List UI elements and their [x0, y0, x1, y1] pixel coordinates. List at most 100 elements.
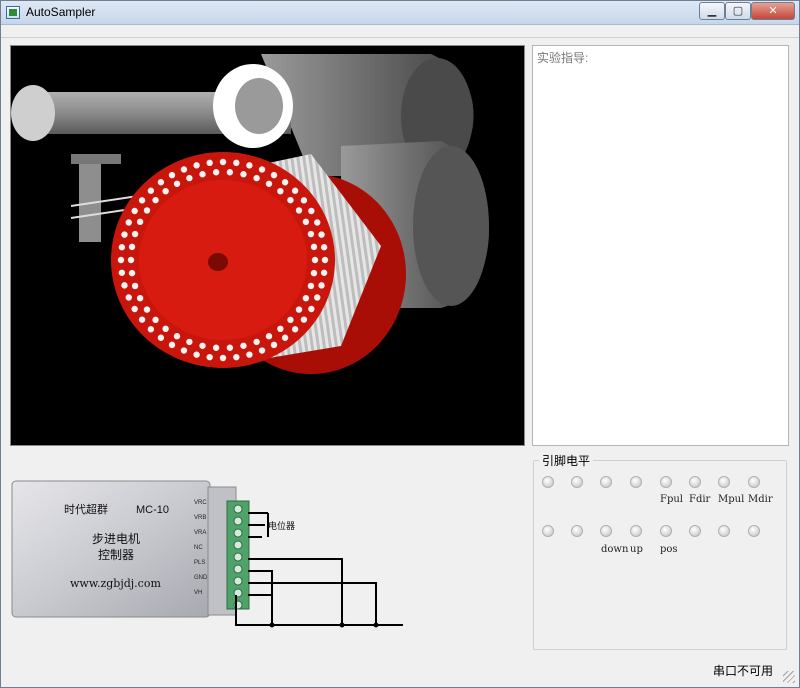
sample-hole — [219, 354, 227, 362]
autosampler-3d-scene — [11, 54, 490, 374]
3d-viewport[interactable] — [10, 45, 525, 446]
pin-led-8 — [718, 525, 730, 537]
sample-hole — [291, 326, 299, 333]
controller-brand: 时代超群 — [64, 502, 108, 516]
sample-hole — [253, 174, 260, 182]
sample-hole — [136, 218, 144, 226]
terminal-label: VRA — [194, 530, 206, 536]
sample-hole — [138, 197, 146, 204]
terminal-label: GND — [194, 575, 208, 581]
sample-hole — [147, 187, 155, 194]
terminal-screws — [233, 504, 243, 610]
terminal-screw — [233, 504, 243, 514]
terminal-screw — [233, 528, 243, 538]
terminal-label: VRC — [194, 500, 207, 506]
junction-1 — [269, 622, 275, 628]
terminal-label: PLS — [194, 560, 205, 566]
pin-led-6 — [571, 525, 583, 537]
sample-hole — [308, 305, 315, 313]
sample-hole — [173, 333, 181, 340]
maximize-button[interactable]: ▢ — [725, 2, 751, 20]
sample-hole — [270, 171, 278, 179]
sample-hole — [291, 187, 299, 194]
sample-hole — [121, 282, 128, 289]
pin-led-mpul — [718, 476, 730, 488]
sample-hole — [246, 162, 253, 169]
sample-hole — [118, 269, 126, 276]
sample-hole — [118, 244, 126, 251]
sample-hole — [258, 166, 266, 173]
sample-hole — [318, 231, 325, 238]
pin-led-4 — [630, 476, 642, 488]
sample-hole — [125, 219, 132, 226]
sample-hole — [310, 269, 318, 277]
pin-led-fpul — [660, 476, 672, 488]
ring-hole — [235, 78, 283, 134]
menu-bar — [1, 26, 799, 38]
sample-hole — [152, 316, 159, 324]
sample-hole — [128, 243, 136, 251]
experiment-guide-panel[interactable]: 实验指导: — [532, 45, 789, 446]
sample-hole — [226, 344, 234, 351]
serial-status: 串口不可用 — [712, 664, 773, 678]
sample-hole — [281, 334, 289, 341]
sample-hole — [233, 159, 240, 167]
pin-label-down: down — [601, 544, 629, 555]
sample-hole — [131, 207, 138, 215]
sample-hole — [152, 196, 159, 204]
sample-hole — [157, 334, 165, 341]
sample-hole — [314, 294, 321, 301]
sample-hole — [131, 230, 139, 238]
sample-hole — [131, 305, 138, 313]
sample-hole — [226, 169, 234, 176]
sample-hole — [193, 162, 200, 169]
sample-hole — [310, 243, 318, 251]
minimize-button[interactable]: ▁ — [699, 2, 725, 20]
sample-hole — [240, 171, 247, 178]
sample-hole — [206, 353, 213, 361]
sample-hole — [180, 347, 188, 354]
sample-hole — [212, 169, 220, 176]
pin-led-1 — [542, 476, 554, 488]
sample-hole — [308, 207, 315, 215]
sample-hole — [143, 207, 151, 214]
pin-led-mdir — [748, 476, 760, 488]
pin-label-fpul: Fpul — [660, 494, 683, 505]
pot-wires — [248, 512, 269, 538]
terminal-label: VRB — [194, 515, 206, 521]
sample-hole — [265, 333, 273, 340]
terminal-screw — [233, 552, 243, 562]
pin-levels-title: 引脚电平 — [539, 452, 594, 469]
sample-hole — [233, 353, 240, 361]
sample-hole — [131, 282, 139, 290]
controller-wiring-image: 时代超群 MC-10 步进电机 控制器 www.zgbjdj.com VRC VR… — [10, 473, 405, 631]
resize-grip[interactable] — [783, 671, 795, 683]
sample-hole — [125, 294, 132, 301]
pin-label-up: up — [630, 544, 643, 555]
pin-led-5 — [542, 525, 554, 537]
junction-3 — [373, 622, 379, 628]
sample-hole — [314, 219, 321, 226]
sample-hole — [258, 347, 266, 354]
title-bar[interactable]: AutoSampler ▁ ▢ ✕ — [1, 1, 799, 25]
terminal-screw — [233, 564, 243, 574]
sample-hole — [168, 171, 176, 179]
sample-hole — [136, 294, 144, 302]
close-button[interactable]: ✕ — [751, 2, 795, 20]
sample-hole — [253, 338, 260, 346]
needle-bracket — [71, 154, 121, 164]
sample-hole — [302, 294, 310, 302]
status-bar: 串口不可用 — [1, 656, 799, 687]
sample-hole — [246, 351, 253, 358]
sample-hole — [173, 180, 181, 187]
sample-hole — [162, 325, 169, 333]
sample-hole — [162, 187, 169, 195]
sample-hole — [240, 342, 247, 349]
sample-hole — [121, 231, 128, 238]
sample-hole — [219, 158, 227, 166]
sample-hole — [277, 187, 284, 195]
sample-hole — [277, 325, 284, 333]
sample-hole — [180, 166, 188, 173]
terminal-screw — [233, 576, 243, 586]
controller-name-line2: 控制器 — [98, 548, 134, 562]
